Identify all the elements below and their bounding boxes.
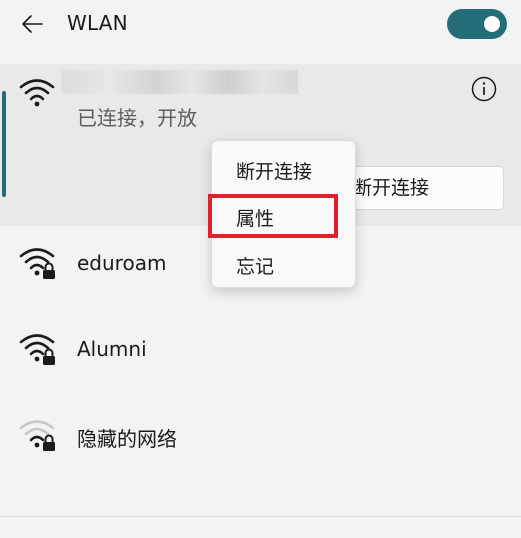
header: WLAN [0, 0, 521, 48]
selection-accent-bar [2, 91, 6, 197]
back-arrow-icon[interactable] [20, 13, 44, 35]
network-name-hidden[interactable]: 隐藏的网络 [77, 423, 177, 452]
toggle-knob [484, 16, 500, 32]
network-name-eduroam[interactable]: eduroam [77, 251, 166, 275]
page-title: WLAN [67, 11, 128, 35]
network-name-redacted [62, 70, 298, 94]
wifi-lock-icon [19, 248, 55, 279]
menu-item-forget[interactable]: 忘记 [236, 252, 274, 279]
connection-status: 已连接，开放 [77, 106, 197, 130]
disconnect-button[interactable]: 断开连接 [336, 166, 504, 210]
highlight-box [208, 194, 338, 238]
wifi-lock-weak-icon [19, 420, 55, 451]
divider [0, 516, 521, 517]
wlan-toggle[interactable] [447, 9, 507, 39]
menu-item-disconnect[interactable]: 断开连接 [236, 157, 312, 184]
wifi-icon [19, 79, 55, 107]
info-icon[interactable] [471, 76, 497, 102]
wifi-lock-icon [19, 334, 55, 365]
network-name-alumni[interactable]: Alumni [77, 337, 147, 361]
